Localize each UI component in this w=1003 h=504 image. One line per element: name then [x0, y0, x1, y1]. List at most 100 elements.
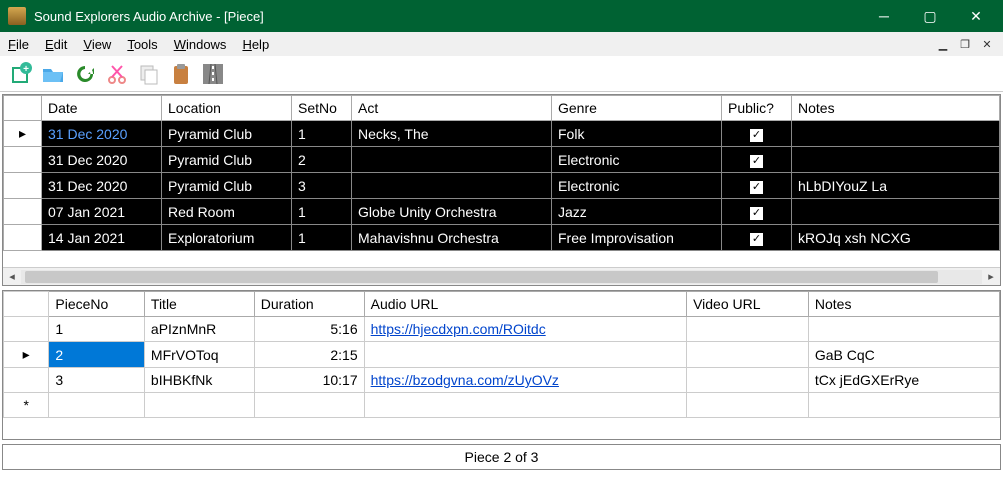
- copy-button[interactable]: [134, 59, 164, 89]
- row-header[interactable]: ▸: [4, 121, 42, 147]
- cell-setno[interactable]: 1: [292, 225, 352, 251]
- table-row[interactable]: ▸2MFrVOToq2:15 GaB CqC: [4, 342, 1000, 368]
- minimize-button[interactable]: ─: [861, 0, 907, 32]
- col-header-date[interactable]: Date: [42, 96, 162, 121]
- cell-videourl[interactable]: [687, 317, 809, 342]
- pieces-grid[interactable]: PieceNo Title Duration Audio URL Video U…: [2, 290, 1001, 440]
- new-row[interactable]: *: [4, 393, 1000, 418]
- cell-notes[interactable]: [808, 317, 999, 342]
- cell-location[interactable]: Pyramid Club: [162, 173, 292, 199]
- cell-pieceno[interactable]: 1: [49, 317, 145, 342]
- close-button[interactable]: ✕: [953, 0, 999, 32]
- cell-audiourl[interactable]: https://bzodgvna.com/zUyOVz: [364, 368, 686, 393]
- col-header-setno[interactable]: SetNo: [292, 96, 352, 121]
- cut-button[interactable]: [102, 59, 132, 89]
- cell-pieceno[interactable]: 2: [49, 342, 145, 368]
- cell-date[interactable]: 31 Dec 2020: [42, 121, 162, 147]
- paste-button[interactable]: [166, 59, 196, 89]
- cell-date[interactable]: 14 Jan 2021: [42, 225, 162, 251]
- cell-act[interactable]: Necks, The: [352, 121, 552, 147]
- events-grid[interactable]: Date Location SetNo Act Genre Public? No…: [2, 94, 1001, 286]
- menu-edit[interactable]: Edit: [45, 37, 67, 52]
- events-grid-hscroll[interactable]: ◂ ▸: [3, 267, 1000, 285]
- checkbox-icon[interactable]: ✓: [750, 155, 763, 168]
- row-header[interactable]: *: [4, 393, 49, 418]
- menu-help[interactable]: Help: [242, 37, 269, 52]
- cell-duration[interactable]: 10:17: [254, 368, 364, 393]
- row-header[interactable]: [4, 225, 42, 251]
- cell-act[interactable]: [352, 147, 552, 173]
- cell-location[interactable]: Pyramid Club: [162, 121, 292, 147]
- cell-genre[interactable]: Folk: [552, 121, 722, 147]
- cell-videourl[interactable]: [687, 368, 809, 393]
- col-header-public[interactable]: Public?: [722, 96, 792, 121]
- cell-setno[interactable]: 3: [292, 173, 352, 199]
- table-row[interactable]: 1aPIznMnR5:16https://hjecdxpn.com/ROitdc: [4, 317, 1000, 342]
- cell-notes[interactable]: kROJq xsh NCXG: [792, 225, 1000, 251]
- table-row[interactable]: ▸31 Dec 2020Pyramid Club1Necks, TheFolk ✓: [4, 121, 1000, 147]
- table-row[interactable]: 07 Jan 2021Red Room1Globe Unity Orchestr…: [4, 199, 1000, 225]
- col-header-duration[interactable]: Duration: [254, 292, 364, 317]
- audio-url-link[interactable]: https://hjecdxpn.com/ROitdc: [371, 321, 546, 337]
- cell-public[interactable]: ✓: [722, 173, 792, 199]
- menu-file[interactable]: File: [8, 37, 29, 52]
- cell-public[interactable]: ✓: [722, 147, 792, 173]
- scroll-right-icon[interactable]: ▸: [982, 270, 1000, 283]
- col-header-genre[interactable]: Genre: [552, 96, 722, 121]
- cell-videourl[interactable]: [687, 342, 809, 368]
- row-header[interactable]: [4, 368, 49, 393]
- cell-public[interactable]: ✓: [722, 121, 792, 147]
- cell-act[interactable]: [352, 173, 552, 199]
- checkbox-icon[interactable]: ✓: [750, 207, 763, 220]
- new-button[interactable]: +: [6, 59, 36, 89]
- menu-windows[interactable]: Windows: [174, 37, 227, 52]
- cell-public[interactable]: ✓: [722, 199, 792, 225]
- cell-genre[interactable]: Electronic: [552, 147, 722, 173]
- col-header-location[interactable]: Location: [162, 96, 292, 121]
- cell-setno[interactable]: 1: [292, 121, 352, 147]
- cell-genre[interactable]: Electronic: [552, 173, 722, 199]
- row-header[interactable]: [4, 317, 49, 342]
- row-header[interactable]: ▸: [4, 342, 49, 368]
- table-row[interactable]: 31 Dec 2020Pyramid Club3 Electronic✓hLbDI…: [4, 173, 1000, 199]
- cell-title[interactable]: MFrVOToq: [144, 342, 254, 368]
- checkbox-icon[interactable]: ✓: [750, 129, 763, 142]
- mdi-minimize-button[interactable]: ▁: [935, 38, 951, 51]
- col-header-pieceno[interactable]: PieceNo: [49, 292, 145, 317]
- open-button[interactable]: [38, 59, 68, 89]
- scroll-left-icon[interactable]: ◂: [3, 270, 21, 283]
- cell-notes[interactable]: tCx jEdGXErRye: [808, 368, 999, 393]
- cell-act[interactable]: Mahavishnu Orchestra: [352, 225, 552, 251]
- cell-notes[interactable]: [792, 147, 1000, 173]
- cell-notes[interactable]: [792, 121, 1000, 147]
- table-row[interactable]: 14 Jan 2021Exploratorium1Mahavishnu Orch…: [4, 225, 1000, 251]
- cell-audiourl[interactable]: https://hjecdxpn.com/ROitdc: [364, 317, 686, 342]
- cell-act[interactable]: Globe Unity Orchestra: [352, 199, 552, 225]
- cell-audiourl[interactable]: [364, 342, 686, 368]
- cell-genre[interactable]: Free Improvisation: [552, 225, 722, 251]
- table-row[interactable]: 31 Dec 2020Pyramid Club2Electronic✓: [4, 147, 1000, 173]
- row-header[interactable]: [4, 147, 42, 173]
- col-header-notes[interactable]: Notes: [792, 96, 1000, 121]
- cell-date[interactable]: 31 Dec 2020: [42, 173, 162, 199]
- maximize-button[interactable]: ▢: [907, 0, 953, 32]
- cell-date[interactable]: 07 Jan 2021: [42, 199, 162, 225]
- audio-url-link[interactable]: https://bzodgvna.com/zUyOVz: [371, 372, 559, 388]
- cell-date[interactable]: 31 Dec 2020: [42, 147, 162, 173]
- cell-notes[interactable]: hLbDIYouZ La: [792, 173, 1000, 199]
- cell-notes[interactable]: [792, 199, 1000, 225]
- mdi-restore-button[interactable]: ❐: [957, 38, 973, 51]
- cell-location[interactable]: Pyramid Club: [162, 147, 292, 173]
- cell-genre[interactable]: Jazz: [552, 199, 722, 225]
- row-header-corner[interactable]: [4, 96, 42, 121]
- refresh-button[interactable]: [70, 59, 100, 89]
- table-row[interactable]: 3bIHBKfNk10:17 https://bzodgvna.com/zUyOV…: [4, 368, 1000, 393]
- cell-pieceno[interactable]: 3: [49, 368, 145, 393]
- cell-duration[interactable]: 2:15: [254, 342, 364, 368]
- cell-location[interactable]: Red Room: [162, 199, 292, 225]
- cell-public[interactable]: ✓: [722, 225, 792, 251]
- col-header-videourl[interactable]: Video URL: [687, 292, 809, 317]
- cell-notes[interactable]: GaB CqC: [808, 342, 999, 368]
- mdi-close-button[interactable]: ✕: [979, 38, 995, 51]
- cell-title[interactable]: bIHBKfNk: [144, 368, 254, 393]
